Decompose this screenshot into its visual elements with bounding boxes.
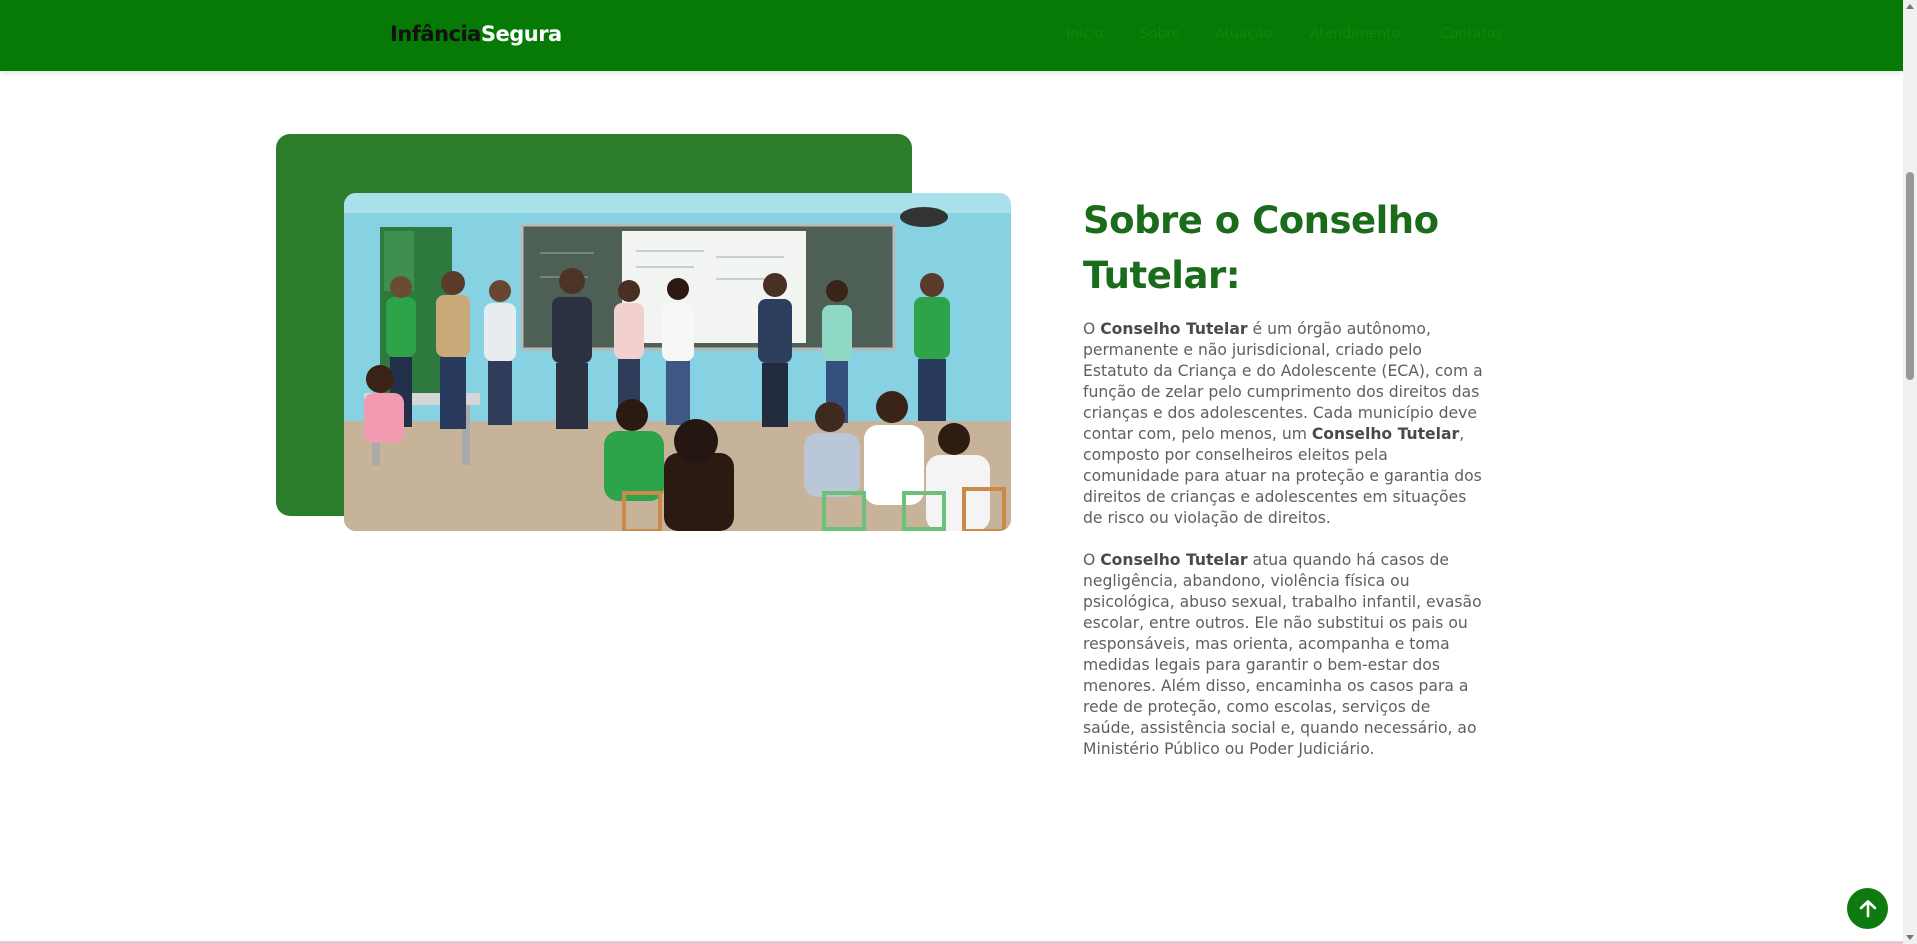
vertical-scrollbar[interactable] — [1903, 0, 1917, 944]
scroll-up-arrow-icon[interactable] — [1906, 4, 1914, 9]
nav-link-inicio[interactable]: Início — [1066, 26, 1103, 42]
nav-link-contatos[interactable]: Contatos — [1440, 26, 1503, 42]
navbar: InfânciaSegura Início Sobre Atuação Aten… — [0, 0, 1903, 71]
scroll-down-arrow-icon[interactable] — [1906, 935, 1914, 940]
about-paragraph-2: O Conselho Tutelar atua quando há casos … — [1083, 551, 1482, 758]
nav-link-sobre[interactable]: Sobre — [1140, 26, 1180, 42]
classroom-photo — [344, 193, 1011, 531]
scroll-top-button[interactable] — [1847, 888, 1888, 929]
bold-term: Conselho Tutelar — [1311, 425, 1460, 443]
about-section: Sobre o Conselho Tutelar: O Conselho Tut… — [1083, 193, 1483, 760]
bold-term: Conselho Tutelar — [1100, 551, 1248, 569]
bold-term: Conselho Tutelar — [1100, 320, 1248, 338]
nav-link-atendimento[interactable]: Atendimento — [1310, 26, 1400, 42]
nav-link-atuacao[interactable]: Atuação — [1215, 26, 1272, 42]
main-nav: Início Sobre Atuação Atendimento Contato… — [0, 26, 1903, 46]
about-paragraph-1: O Conselho Tutelar é um órgão autônomo, … — [1083, 320, 1483, 527]
scrollbar-thumb[interactable] — [1906, 172, 1914, 380]
arrow-up-icon — [1859, 899, 1876, 917]
section-title: Sobre o Conselho Tutelar: — [1083, 199, 1439, 297]
